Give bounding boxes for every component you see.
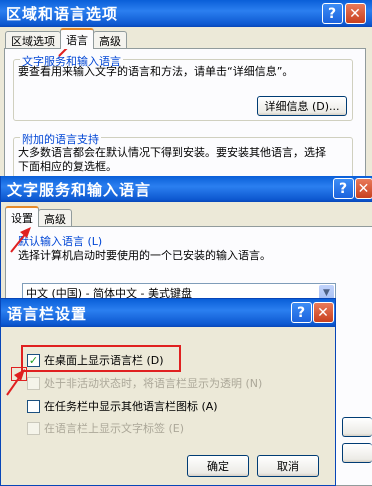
tab-regional-options[interactable]: 区域选项 (5, 31, 61, 49)
help-button[interactable]: ? (322, 3, 343, 24)
text-services-group: 文字服务和输入语言 要查看用来输入文字的语言和方法，请单击“详细信息”。 详细信… (13, 53, 353, 121)
help-button[interactable]: ? (291, 302, 312, 323)
taskbar-icons-option[interactable]: 在任务栏中显示其他语言栏图标 (A) (27, 398, 218, 414)
checkbox[interactable] (27, 421, 40, 435)
tab-panel: 文字服务和输入语言 要查看用来输入文字的语言和方法，请单击“详细信息”。 详细信… (4, 48, 366, 187)
tab-languages[interactable]: 语言 (60, 28, 94, 49)
close-button[interactable]: ✕ (355, 178, 372, 199)
tab-advanced[interactable]: 高级 (38, 209, 72, 227)
cancel-button[interactable]: 取消 (257, 455, 319, 477)
regional-language-titlebar[interactable]: 区域和语言选项 ? ✕ (0, 0, 372, 27)
regional-language-window: 区域和语言选项 ? ✕ 区域选项 语言 高级 文字服务和输入语言 要查看用来输入… (0, 0, 372, 187)
tab-strip: 区域选项 语言 高级 (5, 28, 127, 49)
group-description-line2: 下面相应的复选框。 (18, 160, 117, 173)
details-button[interactable]: 详细信息 (D)... (257, 96, 347, 116)
window-title: 文字服务和输入语言 (7, 180, 152, 199)
text-services-titlebar[interactable]: 文字服务和输入语言 ? ✕ (1, 176, 372, 202)
close-button[interactable]: ✕ (345, 3, 366, 24)
language-bar-titlebar[interactable]: 语言栏设置 ? ✕ (1, 299, 335, 327)
help-button[interactable]: ? (333, 178, 354, 199)
tab-settings[interactable]: 设置 (5, 206, 39, 227)
tab-strip: 设置 高级 (5, 206, 72, 227)
annotation-arrow (6, 369, 25, 396)
window-title: 语言栏设置 (7, 304, 88, 323)
text-labels-option[interactable]: 在语言栏上显示文字标签 (E) (27, 420, 184, 436)
option-label: 处于非活动状态时，将语言栏显示为透明 (N) (44, 377, 263, 390)
option-label: 在语言栏上显示文字标签 (E) (44, 422, 185, 435)
language-bar-settings-dialog: 语言栏设置 ? ✕ ✓ 在桌面上显示语言栏 (D) 处于非活动状态时，将语言栏显… (0, 298, 336, 486)
highlight-box (21, 345, 181, 372)
group-description: 选择计算机启动时要使用的一个已安装的输入语言。 (18, 249, 271, 262)
group-description: 要查看用来输入文字的语言和方法，请单击“详细信息”。 (18, 65, 294, 78)
tab-advanced[interactable]: 高级 (93, 31, 127, 49)
partial-button[interactable] (342, 443, 372, 463)
ok-button[interactable]: 确定 (187, 455, 249, 477)
group-description-line1: 大多数语言都会在默认情况下得到安装。要安装其他语言，选择 (18, 146, 326, 159)
close-button[interactable]: ✕ (313, 302, 334, 323)
annotation-arrow (10, 227, 31, 253)
group-title: 附加的语言支持 (20, 131, 101, 147)
window-title: 区域和语言选项 (6, 5, 119, 23)
partial-button[interactable] (342, 417, 372, 437)
option-label: 在任务栏中显示其他语言栏图标 (A) (44, 400, 218, 413)
transparent-option[interactable]: 处于非活动状态时，将语言栏显示为透明 (N) (27, 375, 262, 391)
checkbox[interactable] (27, 399, 40, 413)
